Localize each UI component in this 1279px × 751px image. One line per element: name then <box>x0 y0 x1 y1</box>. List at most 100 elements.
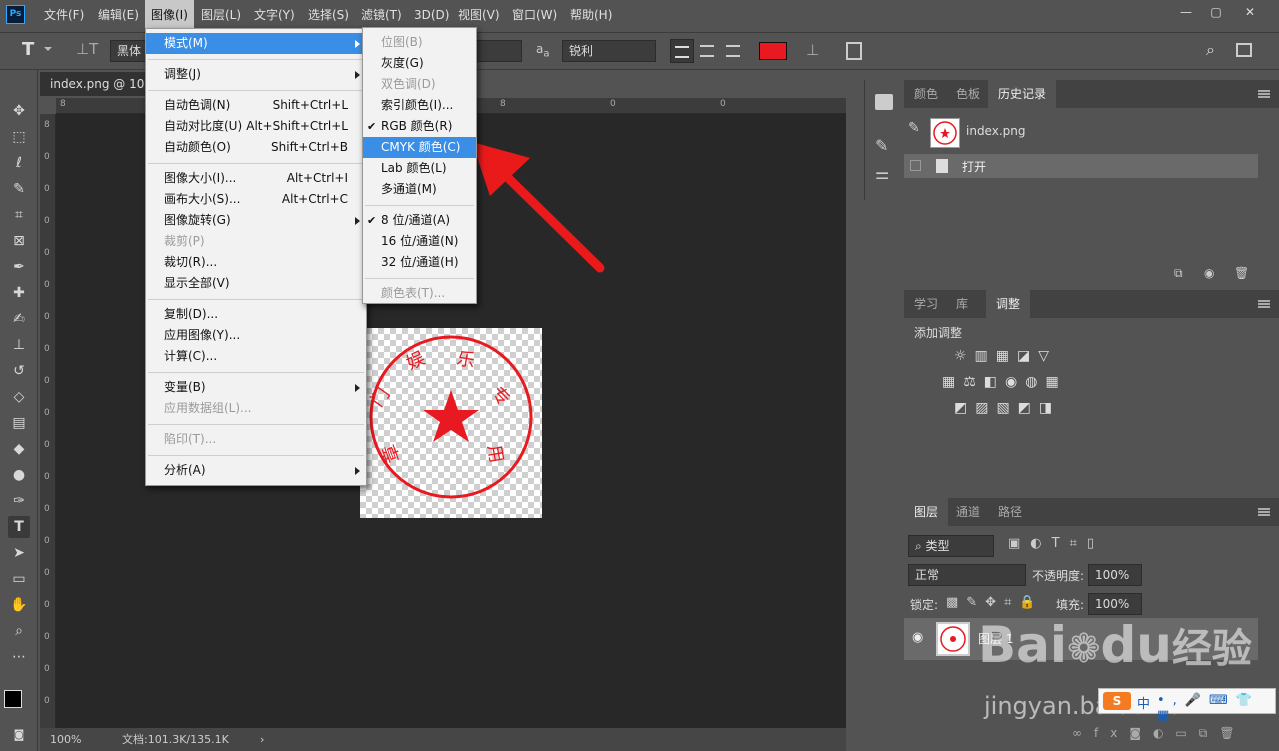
more-tools-icon[interactable]: ⋯ <box>8 646 30 668</box>
image-menu-item[interactable]: 模式(M) <box>146 33 366 54</box>
tab-paths[interactable]: 路径 <box>988 498 1032 526</box>
new-document-icon[interactable]: ⧉ <box>1174 266 1183 281</box>
tab-layers[interactable]: 图层 <box>904 498 949 526</box>
lock-icons[interactable]: ▩✎✥⌗🔒 <box>946 595 1044 610</box>
image-menu-item[interactable]: 调整(J) <box>146 64 366 85</box>
mode-menu-item[interactable]: 16 位/通道(N) <box>363 231 476 252</box>
path-select-tool-icon[interactable]: ➤ <box>8 542 30 564</box>
mode-menu-item[interactable]: 多通道(M) <box>363 179 476 200</box>
blur-tool-icon[interactable]: ◆ <box>8 438 30 460</box>
menu-help[interactable]: 帮助(H) <box>564 0 618 31</box>
image-menu-item[interactable]: 图像大小(I)... Alt+Ctrl+I <box>146 168 366 189</box>
stamp-tool-icon[interactable]: ⊥ <box>8 334 30 356</box>
snapshot-name[interactable]: index.png <box>966 124 1025 138</box>
mode-menu-item[interactable]: Lab 颜色(L) <box>363 158 476 179</box>
font-size-select[interactable] <box>476 40 522 62</box>
maximize-button[interactable]: ▢ <box>1200 0 1232 24</box>
lasso-tool-icon[interactable]: ℓ <box>8 152 30 174</box>
tool-preset-chevron-icon[interactable] <box>44 47 52 51</box>
panel-menu-icon[interactable] <box>1258 300 1270 308</box>
image-menu-item[interactable]: 自动对比度(U) Alt+Shift+Ctrl+L <box>146 116 366 137</box>
quick-select-tool-icon[interactable]: ✎ <box>8 178 30 200</box>
minimize-button[interactable]: — <box>1170 0 1202 24</box>
layer-filter-icons[interactable]: ▣◐T⌗▯ <box>1008 536 1104 551</box>
text-color-swatch[interactable] <box>759 42 787 60</box>
step-checkbox[interactable] <box>910 160 921 171</box>
tab-color[interactable]: 颜色 <box>904 80 948 108</box>
image-menu-item[interactable]: 自动颜色(O) Shift+Ctrl+B <box>146 137 366 158</box>
properties-icon[interactable] <box>875 94 893 110</box>
image-menu-item[interactable]: 裁切(R)... <box>146 252 366 273</box>
image-menu-item[interactable]: 计算(C)... <box>146 346 366 367</box>
shape-tool-icon[interactable]: ▭ <box>8 568 30 590</box>
image-menu-item[interactable]: 自动色调(N) Shift+Ctrl+L <box>146 95 366 116</box>
move-tool-icon[interactable]: ✥ <box>8 100 30 122</box>
tab-libraries[interactable]: 库 <box>946 290 978 318</box>
quick-mask-icon[interactable]: ◙ <box>8 724 30 746</box>
adjustment-icons-row1[interactable]: ☼▥▦◪▽ <box>954 348 1057 364</box>
align-center-icon[interactable] <box>700 45 714 57</box>
history-step[interactable]: 打开 <box>904 154 1258 178</box>
tab-adjustments[interactable]: 调整 <box>986 290 1031 318</box>
trash-icon[interactable]: 🗑 <box>1234 266 1249 280</box>
image-menu-item[interactable]: 显示全部(V) <box>146 273 366 294</box>
tab-learn[interactable]: 学习 <box>904 290 948 318</box>
foreground-color-swatch[interactable] <box>4 690 22 708</box>
stamp-image[interactable]: 门 娱 乐 专 用 章 <box>360 328 542 518</box>
menu-file[interactable]: 文件(F) <box>38 0 90 31</box>
brushes-icon[interactable]: ✎ <box>875 136 888 155</box>
marquee-tool-icon[interactable]: ⬚ <box>8 126 30 148</box>
blend-mode-select[interactable]: 正常 <box>908 564 1026 586</box>
panel-menu-icon[interactable] <box>1258 90 1270 98</box>
adjustment-icons-row2[interactable]: ▦⚖◧◉◍▦ <box>942 374 1067 390</box>
type-tool-icon[interactable]: T <box>8 516 30 538</box>
status-chevron-icon[interactable]: › <box>260 728 264 751</box>
camera-icon[interactable]: ◉ <box>1204 266 1214 280</box>
image-menu-item[interactable]: 画布大小(S)... Alt+Ctrl+C <box>146 189 366 210</box>
menu-window[interactable]: 窗口(W) <box>506 0 563 31</box>
gradient-tool-icon[interactable]: ▤ <box>8 412 30 434</box>
visibility-eye-icon[interactable]: ◉ <box>912 630 923 645</box>
eraser-tool-icon[interactable]: ◇ <box>8 386 30 408</box>
ime-toolbar[interactable]: S 中 •,🎤⌨👕▦ <box>1098 688 1276 723</box>
image-menu-item[interactable]: 变量(B) <box>146 377 366 398</box>
panel-menu-icon[interactable] <box>1258 508 1270 516</box>
mode-menu-item[interactable]: ✔ 8 位/通道(A) <box>363 210 476 231</box>
anti-alias-select[interactable]: 锐利 <box>562 40 656 62</box>
menu-edit[interactable]: 编辑(E) <box>92 0 145 31</box>
align-left-button[interactable] <box>670 39 694 63</box>
mode-menu-item[interactable]: ✔ RGB 颜色(R) <box>363 116 476 137</box>
align-right-icon[interactable] <box>726 45 740 57</box>
history-brush-icon[interactable]: ✎ <box>908 120 920 136</box>
history-brush-tool-icon[interactable]: ↺ <box>8 360 30 382</box>
warp-text-icon[interactable]: ⊥ <box>806 41 819 59</box>
eyedropper-tool-icon[interactable]: ✒ <box>8 256 30 278</box>
menu-select[interactable]: 选择(S) <box>302 0 355 31</box>
ime-mode[interactable]: 中 <box>1137 693 1150 712</box>
dodge-tool-icon[interactable]: ● <box>8 464 30 486</box>
crop-tool-icon[interactable]: ⌗ <box>8 204 30 226</box>
mode-menu-item[interactable]: 32 位/通道(H) <box>363 252 476 273</box>
fill-input[interactable]: 100% <box>1088 593 1142 615</box>
image-menu-item[interactable]: 分析(A) <box>146 460 366 481</box>
type-tool-icon[interactable]: T <box>22 39 34 60</box>
tab-swatches[interactable]: 色板 <box>946 80 990 108</box>
font-family-select[interactable]: 黑体 <box>110 40 150 62</box>
workspace-icon[interactable] <box>1236 43 1252 57</box>
search-icon[interactable]: ⌕ <box>1206 40 1215 60</box>
zoom-level[interactable]: 100% <box>50 728 81 751</box>
healing-tool-icon[interactable]: ✚ <box>8 282 30 304</box>
tab-channels[interactable]: 通道 <box>946 498 990 526</box>
brush-tool-icon[interactable]: ✍ <box>8 308 30 330</box>
pen-tool-icon[interactable]: ✑ <box>8 490 30 512</box>
menu-image[interactable]: 图像(I) <box>145 0 194 31</box>
opacity-input[interactable]: 100% <box>1088 564 1142 586</box>
layer-filter-select[interactable]: ⌕ 类型 <box>908 535 994 557</box>
ime-icons[interactable]: •,🎤⌨👕▦ <box>1157 693 1275 723</box>
character-panel-icon[interactable] <box>846 42 862 60</box>
image-menu-item[interactable]: 图像旋转(G) <box>146 210 366 231</box>
frame-tool-icon[interactable]: ⊠ <box>8 230 30 252</box>
image-menu-item[interactable]: 应用图像(Y)... <box>146 325 366 346</box>
adjustment-icons-row3[interactable]: ◩▨▧◩◨ <box>954 400 1060 416</box>
zoom-tool-icon[interactable]: ⌕ <box>8 620 30 642</box>
